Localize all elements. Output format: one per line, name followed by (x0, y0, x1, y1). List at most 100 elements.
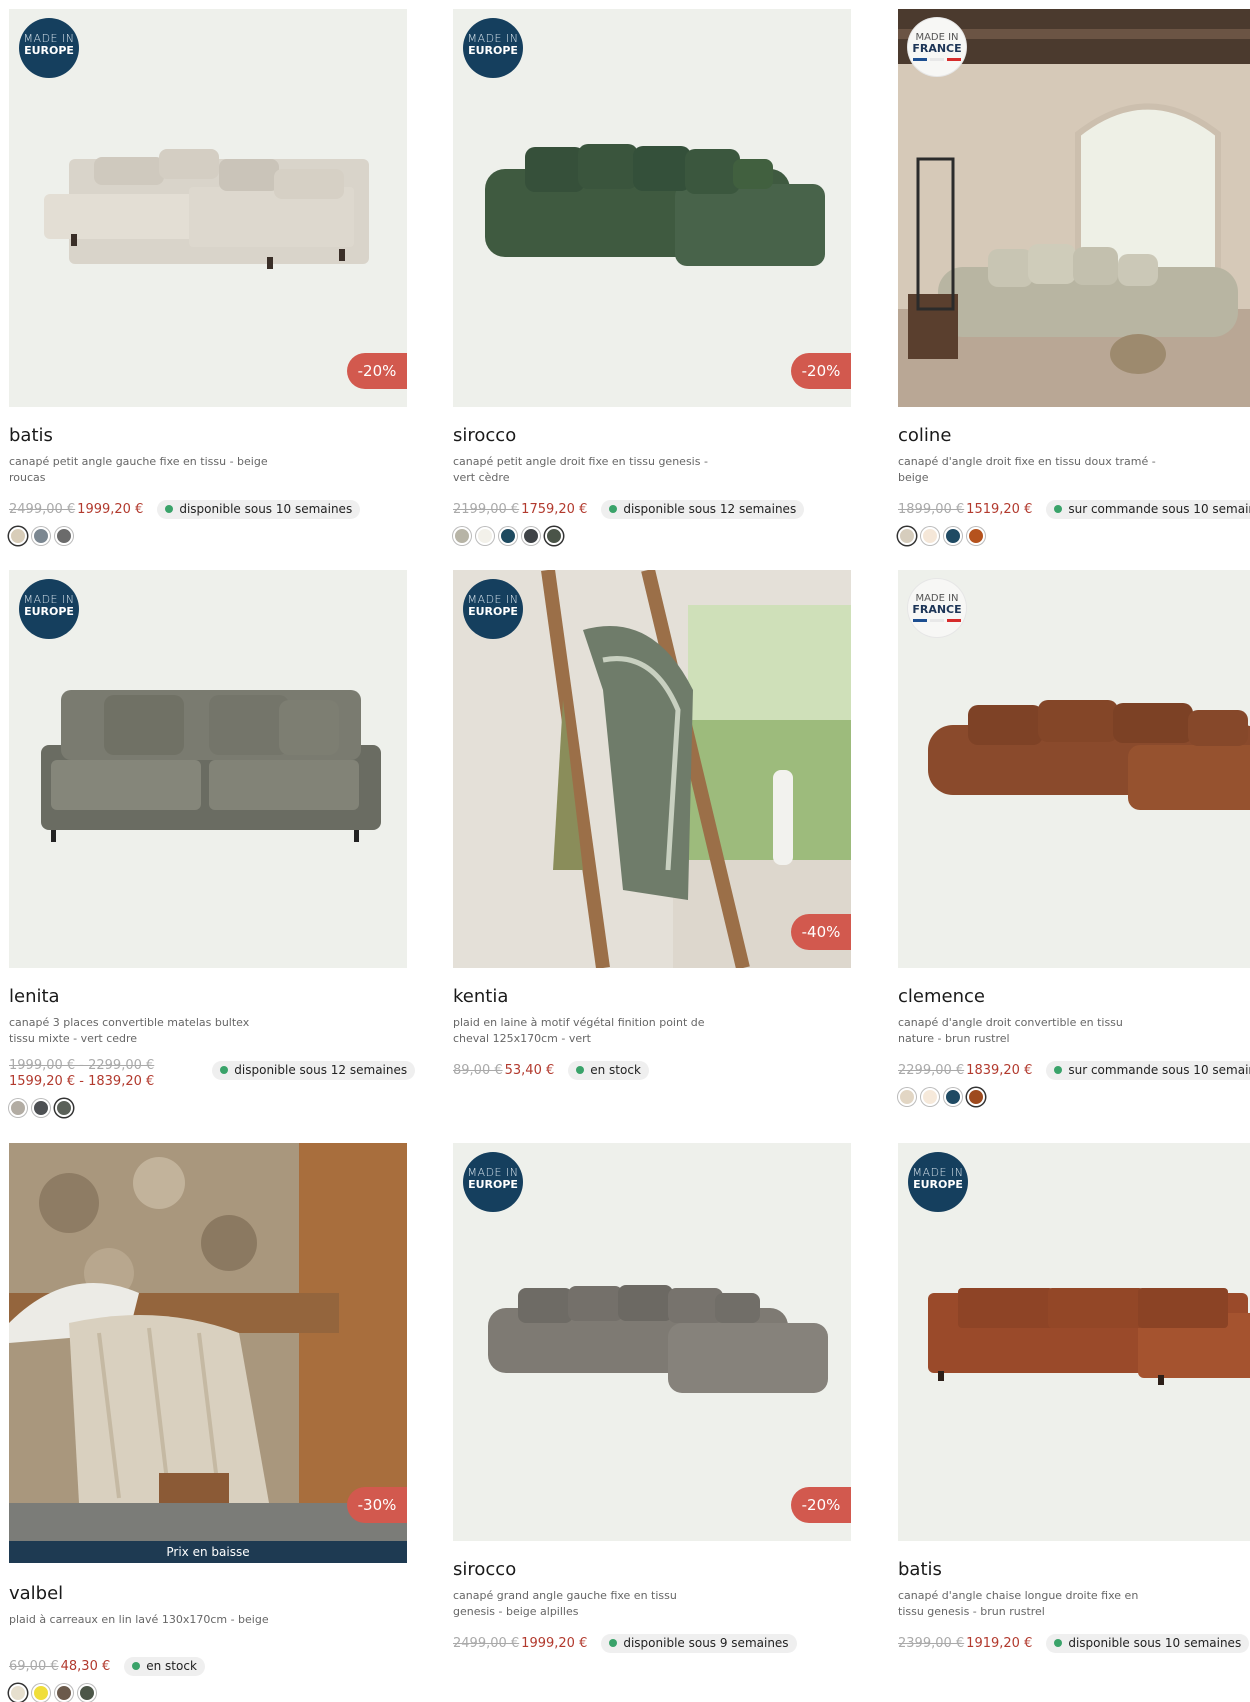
made-in-europe-badge: MADE IN EUROPE (463, 18, 523, 78)
color-swatch[interactable] (921, 1088, 939, 1106)
product-title[interactable]: batis (898, 1559, 1250, 1580)
color-swatch[interactable] (55, 1099, 73, 1117)
color-swatch[interactable] (453, 527, 471, 545)
discount-badge: -40% (791, 914, 851, 950)
product-title[interactable]: lenita (9, 986, 407, 1007)
old-price: 2499,00 € (9, 501, 76, 517)
made-in-europe-badge: MADE IN EUROPE (463, 1152, 523, 1212)
product-card-sirocco[interactable]: MADE IN EUROPE -20% sirocco canapé petit… (453, 9, 851, 545)
product-image[interactable]: MADE IN FRANCE (898, 9, 1250, 407)
product-card-valbel[interactable]: -30% Prix en baisse valbel plaid à carre… (9, 1143, 407, 1702)
linen-plaid-on-bench-image (9, 1143, 407, 1541)
product-title[interactable]: clemence (898, 986, 1250, 1007)
color-swatch[interactable] (967, 527, 985, 545)
color-swatches (9, 1684, 407, 1702)
made-in-france-badge: MADE IN FRANCE (908, 579, 966, 637)
product-title[interactable]: batis (9, 425, 407, 446)
availability-dot-icon (609, 505, 618, 513)
old-price: 2199,00 € (453, 501, 520, 517)
product-title[interactable]: coline (898, 425, 1250, 446)
product-description: plaid à carreaux en lin lavé 130x170cm -… (9, 1613, 269, 1626)
color-swatch[interactable] (545, 527, 563, 545)
color-swatch[interactable] (55, 1684, 73, 1702)
availability-dot-icon (1054, 1639, 1063, 1647)
discount-badge: -20% (791, 1487, 851, 1523)
color-swatch[interactable] (32, 1099, 50, 1117)
product-description: canapé d'angle chaise longue droite fixe… (898, 1589, 1139, 1618)
old-price: 2299,00 € (898, 1062, 965, 1078)
availability-badge: disponible sous 9 semaines (601, 1633, 797, 1653)
availability-dot-icon (576, 1066, 585, 1074)
old-price: 89,00 € (453, 1062, 503, 1078)
product-image[interactable]: MADE IN EUROPE (898, 1143, 1250, 1541)
product-card-clemence[interactable]: MADE IN FRANCE clemence canapé d'angle d… (898, 570, 1250, 1106)
color-swatch[interactable] (898, 527, 916, 545)
availability-badge: sur commande sous 10 semaines (1046, 499, 1250, 519)
new-price: 1919,20 € (966, 1635, 1033, 1651)
availability-badge: disponible sous 10 semaines (1046, 1633, 1250, 1653)
color-swatch[interactable] (499, 527, 517, 545)
availability-dot-icon (1054, 1066, 1063, 1074)
availability-dot-icon (220, 1066, 229, 1074)
color-swatch[interactable] (944, 1088, 962, 1106)
made-in-europe-badge: MADE IN EUROPE (908, 1152, 968, 1212)
new-price: 1759,20 € (521, 501, 588, 517)
old-price: 1899,00 € (898, 501, 965, 517)
made-in-europe-badge: MADE IN EUROPE (19, 579, 79, 639)
discount-badge: -20% (347, 353, 407, 389)
color-swatch[interactable] (522, 527, 540, 545)
product-card-batis[interactable]: MADE IN EUROPE -20% batis canapé petit a… (9, 9, 407, 545)
color-swatch[interactable] (78, 1684, 96, 1702)
color-swatch[interactable] (476, 527, 494, 545)
product-card-batis-2[interactable]: MADE IN EUROPE batis canapé d'angle chai… (898, 1143, 1250, 1653)
availability-badge: disponible sous 12 semaines (601, 499, 805, 519)
product-description: plaid en laine à motif végétal finition … (453, 1016, 705, 1045)
old-price: 1999,00 € - 2299,00 € (9, 1058, 155, 1073)
product-title[interactable]: sirocco (453, 1559, 851, 1580)
availability-badge: disponible sous 10 semaines (157, 499, 361, 519)
product-card-coline[interactable]: MADE IN FRANCE coline canapé d'angle dro… (898, 9, 1250, 545)
product-image[interactable]: MADE IN EUROPE -40% (453, 570, 851, 968)
product-card-lenita[interactable]: MADE IN EUROPE lenita canapé 3 places co… (9, 570, 416, 1117)
availability-badge: en stock (124, 1656, 205, 1676)
color-swatch[interactable] (9, 527, 27, 545)
new-price: 1599,20 € - 1839,20 € (9, 1074, 155, 1089)
product-card-sirocco-2[interactable]: MADE IN EUROPE -20% sirocco canapé grand… (453, 1143, 851, 1653)
availability-badge: en stock (568, 1060, 649, 1080)
color-swatches (898, 1088, 1250, 1106)
color-swatch[interactable] (9, 1684, 27, 1702)
color-swatch[interactable] (921, 527, 939, 545)
product-description: canapé grand angle gauche fixe en tissu … (453, 1589, 677, 1618)
color-swatch[interactable] (898, 1088, 916, 1106)
color-swatch[interactable] (944, 527, 962, 545)
availability-dot-icon (609, 1639, 618, 1647)
product-image[interactable]: MADE IN EUROPE -20% (453, 9, 851, 407)
new-price: 1999,20 € (521, 1635, 588, 1651)
color-swatches (453, 527, 851, 545)
product-card-kentia[interactable]: MADE IN EUROPE -40% kentia plaid en lain… (453, 570, 851, 1080)
color-swatch[interactable] (32, 527, 50, 545)
color-swatch[interactable] (9, 1099, 27, 1117)
availability-dot-icon (132, 1662, 141, 1670)
product-image[interactable]: MADE IN EUROPE (9, 570, 407, 968)
product-title[interactable]: kentia (453, 986, 851, 1007)
product-image[interactable]: MADE IN EUROPE -20% (9, 9, 407, 407)
color-swatches (9, 527, 407, 545)
new-price: 1999,20 € (77, 501, 144, 517)
made-in-france-badge: MADE IN FRANCE (908, 18, 966, 76)
product-description: canapé 3 places convertible matelas bult… (9, 1016, 250, 1045)
product-description: canapé petit angle gauche fixe en tissu … (9, 455, 268, 484)
product-image[interactable]: MADE IN EUROPE -20% (453, 1143, 851, 1541)
product-image[interactable]: -30% (9, 1143, 407, 1541)
color-swatch[interactable] (967, 1088, 985, 1106)
product-image[interactable]: MADE IN FRANCE (898, 570, 1250, 968)
product-title[interactable]: valbel (9, 1583, 407, 1604)
color-swatch[interactable] (55, 527, 73, 545)
availability-badge: disponible sous 12 semaines (212, 1060, 416, 1080)
color-swatch[interactable] (32, 1684, 50, 1702)
old-price: 2499,00 € (453, 1635, 520, 1651)
made-in-europe-badge: MADE IN EUROPE (463, 579, 523, 639)
old-price: 69,00 € (9, 1658, 59, 1674)
new-price: 1519,20 € (966, 501, 1033, 517)
product-title[interactable]: sirocco (453, 425, 851, 446)
